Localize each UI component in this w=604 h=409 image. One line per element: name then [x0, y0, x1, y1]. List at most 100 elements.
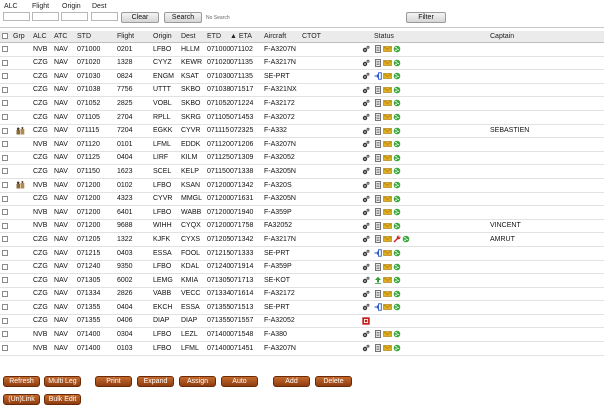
header-captain[interactable]: Captain [490, 33, 514, 40]
envelope-icon[interactable] [383, 208, 392, 216]
gear-icon[interactable] [362, 181, 370, 189]
doc-icon[interactable] [374, 113, 382, 121]
gear-icon[interactable] [362, 235, 370, 243]
row-checkbox[interactable] [2, 73, 8, 80]
globe-icon[interactable] [393, 181, 401, 189]
globe-icon[interactable] [393, 222, 401, 230]
table-row[interactable]: NVB NAV 071200 0102 LFBO KSAN 071200 071342 F-A3… [0, 179, 604, 193]
gear-icon[interactable] [362, 249, 370, 257]
envelope-icon[interactable] [383, 59, 392, 67]
envelope-icon[interactable] [383, 344, 392, 352]
row-checkbox[interactable] [2, 263, 8, 270]
redbox-icon[interactable] [362, 317, 370, 325]
globe-icon[interactable] [393, 330, 401, 338]
globe-icon[interactable] [393, 154, 401, 162]
row-checkbox[interactable] [2, 209, 8, 216]
globe-icon[interactable] [393, 263, 401, 271]
doc-icon[interactable] [374, 194, 382, 203]
header-etd[interactable]: ETD [207, 33, 221, 40]
globe-icon[interactable] [402, 235, 410, 243]
header-eta[interactable]: ▲ ETA [230, 33, 252, 40]
row-checkbox[interactable] [2, 277, 8, 284]
table-row[interactable]: CZG NAV 071150 1623 SCEL KELP 071150 071338 F-A3… [0, 165, 604, 179]
origin-input[interactable] [61, 12, 88, 21]
doc-icon[interactable] [374, 208, 382, 217]
envelope-icon[interactable] [383, 140, 392, 148]
globe-icon[interactable] [393, 113, 401, 121]
wrench-icon[interactable] [393, 235, 401, 243]
table-row[interactable]: CZG NAV 071030 0824 ENGM KSAT 071030 071135 SE-P… [0, 70, 604, 84]
row-checkbox[interactable] [2, 236, 8, 243]
enter-icon[interactable] [374, 249, 382, 257]
globe-icon[interactable] [393, 45, 401, 53]
flight-input[interactable] [32, 12, 59, 21]
table-row[interactable]: CZG NAV 071105 2704 RPLL SKRG 071105 071453 F-A3… [0, 111, 604, 125]
gear-icon[interactable] [362, 140, 370, 148]
envelope-icon[interactable] [383, 181, 392, 189]
globe-icon[interactable] [393, 344, 401, 352]
table-row[interactable]: CZG NAV 071200 4323 CYVR MMGL 071200 071631 F-A3… [0, 193, 604, 207]
globe-icon[interactable] [393, 195, 401, 203]
doc-icon[interactable] [374, 330, 382, 339]
group-icon[interactable] [16, 126, 25, 135]
header-status[interactable]: Status [374, 33, 394, 40]
envelope-icon[interactable] [383, 263, 392, 271]
envelope-icon[interactable] [383, 99, 392, 107]
table-row[interactable]: CZG NAV 071125 0404 LIRF KILM 071125 071309 F-A3… [0, 152, 604, 166]
globe-icon[interactable] [393, 249, 401, 257]
gear-icon[interactable] [362, 99, 370, 107]
gear-icon[interactable] [362, 290, 370, 298]
table-row[interactable]: CZG NAV 071052 2825 VOBL SKBO 071052 071224 F-A3… [0, 97, 604, 111]
row-checkbox[interactable] [2, 345, 8, 352]
header-atc[interactable]: ATC [54, 33, 67, 40]
gear-icon[interactable] [362, 303, 370, 311]
table-row[interactable]: CZG NAV 071020 1328 CYYZ KEWR 071020 071135 F-A3… [0, 57, 604, 71]
row-checkbox[interactable] [2, 154, 8, 161]
gear-icon[interactable] [362, 127, 370, 135]
table-row[interactable]: NVB NAV 071400 0103 LFBO LFML 071400 071451 F-A3… [0, 342, 604, 356]
envelope-icon[interactable] [383, 86, 392, 94]
row-checkbox[interactable] [2, 331, 8, 338]
table-row[interactable]: NVB NAV 071120 0101 LFML EDDK 071120 071206 F-A3… [0, 138, 604, 152]
print-button[interactable]: Print [95, 376, 132, 387]
gear-icon[interactable] [362, 59, 370, 67]
gear-icon[interactable] [362, 208, 370, 216]
group-icon[interactable] [16, 180, 25, 189]
auto-button[interactable]: Auto [221, 376, 258, 387]
bulk-edit-button[interactable]: Bulk Edit [44, 394, 81, 405]
doc-icon[interactable] [374, 140, 382, 149]
row-checkbox[interactable] [2, 249, 8, 256]
refresh-button[interactable]: Refresh [3, 376, 40, 387]
gear-icon[interactable] [362, 113, 370, 121]
row-checkbox[interactable] [2, 195, 8, 202]
globe-icon[interactable] [393, 86, 401, 94]
delete-button[interactable]: Delete [315, 376, 352, 387]
upload-icon[interactable] [374, 276, 382, 284]
table-row[interactable]: CZG NAV 071334 2826 VABB VECC 071334 071614 F-A3… [0, 288, 604, 302]
row-checkbox[interactable] [2, 317, 8, 324]
table-row[interactable]: NVB NAV 071200 6401 LFBO WABB 071200 071940 F-A3… [0, 206, 604, 220]
envelope-icon[interactable] [383, 113, 392, 121]
gear-icon[interactable] [362, 72, 370, 80]
envelope-icon[interactable] [383, 127, 392, 135]
globe-icon[interactable] [393, 303, 401, 311]
enter-icon[interactable] [374, 72, 382, 80]
doc-icon[interactable] [374, 126, 382, 135]
globe-icon[interactable] [393, 59, 401, 67]
table-row[interactable]: NVB NAV 071400 0304 LFBO LEZL 071400 071548 F-A3… [0, 328, 604, 343]
globe-icon[interactable] [393, 140, 401, 148]
globe-icon[interactable] [393, 167, 401, 175]
dest-input[interactable] [91, 12, 118, 21]
gear-icon[interactable] [362, 263, 370, 271]
envelope-icon[interactable] [383, 222, 392, 230]
row-checkbox[interactable] [2, 304, 8, 311]
header-std[interactable]: STD [77, 33, 91, 40]
table-row[interactable]: CZG NAV 071355 0406 DIAP DIAP 071355 071557 F-A3… [0, 315, 604, 329]
doc-icon[interactable] [374, 289, 382, 298]
globe-icon[interactable] [393, 208, 401, 216]
table-row[interactable]: CZG NAV 071215 0403 ESSA FOOL 071215 071333 SE-P… [0, 247, 604, 261]
gear-icon[interactable] [362, 344, 370, 352]
add-button[interactable]: Add [273, 376, 310, 387]
alc-input[interactable] [3, 12, 30, 21]
header-ctot[interactable]: CTOT [302, 33, 321, 40]
